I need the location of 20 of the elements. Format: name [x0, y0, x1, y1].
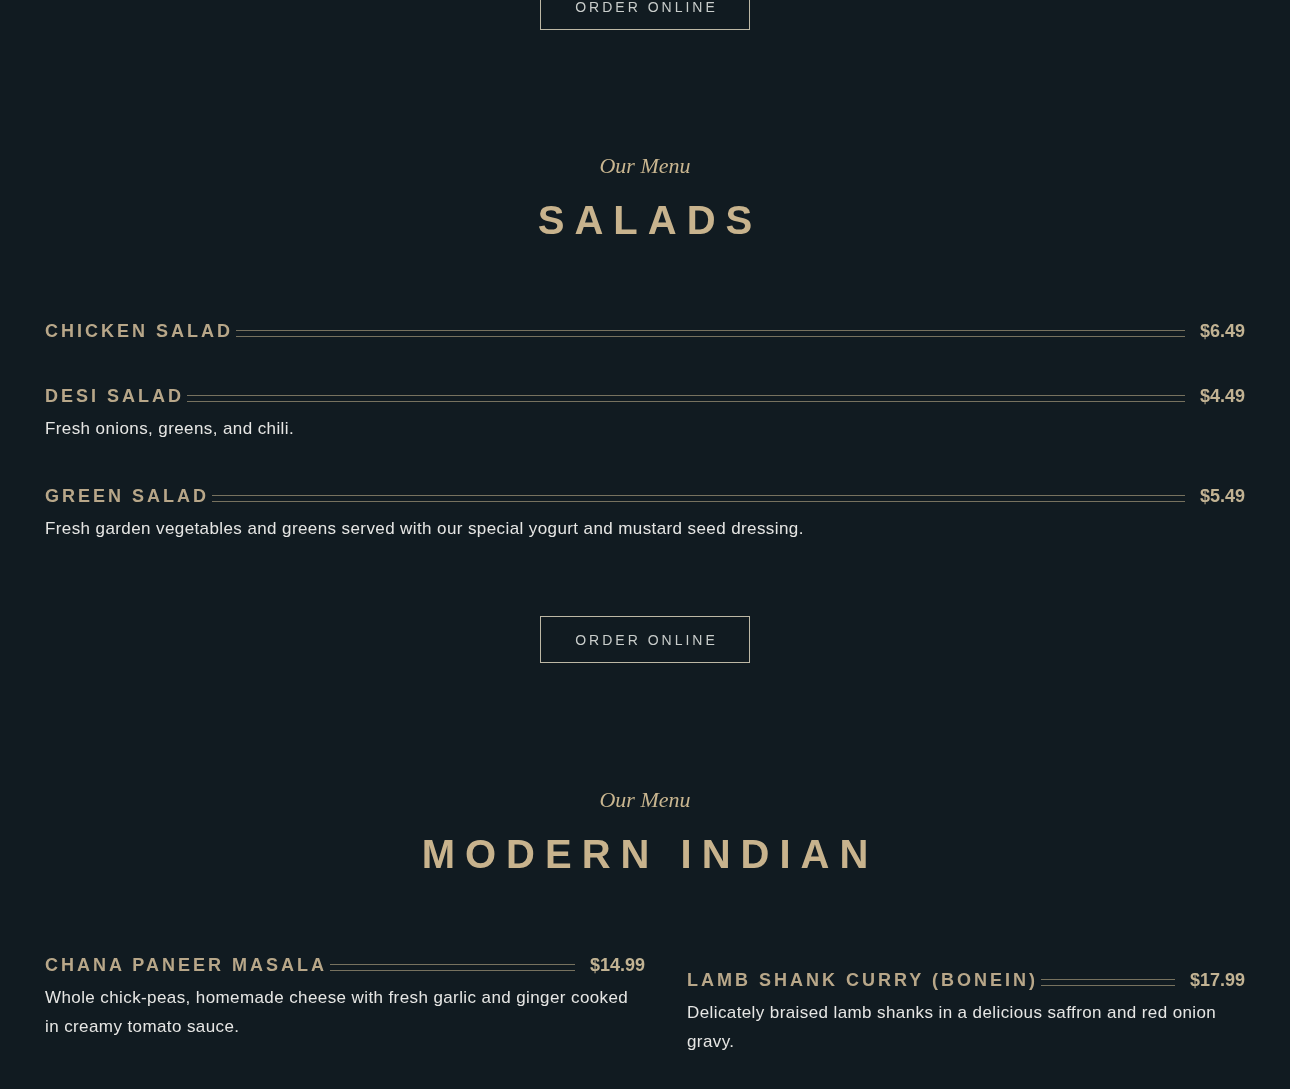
section-title: MODERN INDIAN	[420, 831, 879, 878]
section-subtitle: Our Menu	[599, 786, 691, 814]
dish-name: CHICKEN SALAD	[45, 320, 233, 343]
dish-name: LAMB SHANK CURRY (BONEIN)	[687, 969, 1038, 992]
dish-description: Whole chick-peas, homemade cheese with fresh garlic and ginger cooked in creamy tomato sauce.	[45, 987, 630, 1038]
dish-price: $5.49	[1199, 485, 1245, 508]
dish-name: CHANA PANEER MASALA	[45, 954, 327, 977]
order-online-button[interactable]: ORDER ONLINE	[540, 616, 750, 663]
dish-description: Fresh garden vegetables and greens served with our special yogurt and mustard seed dressing.	[45, 518, 805, 540]
section-title: SALADS	[536, 197, 763, 244]
dish-description: Delicately braised lamb shanks in a delicious saffron and red onion gravy.	[687, 1002, 1218, 1053]
dish-description: Fresh onions, greens, and chili.	[45, 418, 296, 440]
section-subtitle: Our Menu	[599, 152, 691, 180]
dish-name: GREEN SALAD	[45, 485, 209, 508]
dish-name: DESI SALAD	[45, 385, 184, 408]
dish-price: $6.49	[1199, 320, 1245, 343]
dish-price: $14.99	[589, 954, 645, 977]
dish-price: $4.49	[1199, 385, 1245, 408]
dish-price: $17.99	[1189, 969, 1245, 992]
order-online-button[interactable]: ORDER ONLINE	[540, 0, 750, 30]
